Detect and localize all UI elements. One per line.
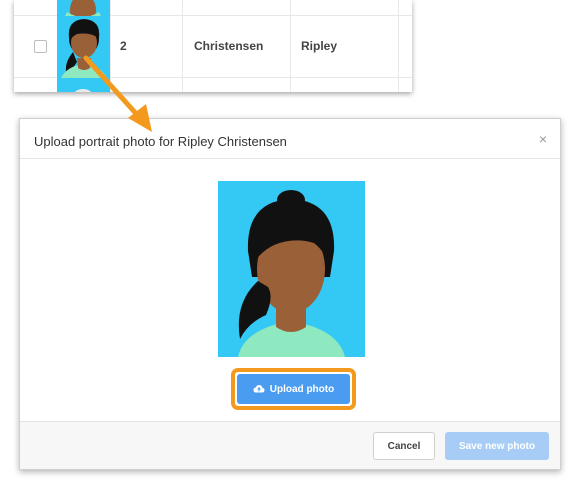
avatar-portrait-image	[65, 0, 101, 16]
last-name-cell: Christensen	[194, 39, 264, 53]
upload-portrait-dialog: Upload portrait photo for Ripley Christe…	[19, 118, 561, 470]
first-name-cell: Ripley	[301, 39, 338, 53]
row-number: 2	[120, 39, 127, 53]
row-select-checkbox[interactable]	[34, 40, 47, 53]
table-row[interactable]: 2 Christensen Ripley	[14, 16, 412, 78]
dialog-title: Upload portrait photo for Ripley Christe…	[34, 134, 287, 149]
close-icon[interactable]: ×	[539, 131, 547, 147]
avatar	[57, 78, 110, 92]
avatar[interactable]	[57, 16, 110, 78]
avatar-portrait-image	[61, 19, 107, 78]
dialog-header: Upload portrait photo for Ripley Christe…	[20, 119, 560, 159]
table-row	[14, 0, 412, 16]
dialog-footer: Cancel Save new photo	[20, 421, 560, 469]
screenshot-stage: 2 Christensen Ripley Upload portrait pho…	[0, 0, 574, 479]
portrait-preview	[218, 181, 365, 357]
users-table-crop: 2 Christensen Ripley	[14, 0, 412, 92]
cloud-upload-icon	[253, 385, 265, 393]
avatar-portrait-image	[74, 89, 92, 92]
upload-photo-label: Upload photo	[269, 383, 335, 395]
save-new-photo-button[interactable]: Save new photo	[445, 432, 549, 460]
portrait-preview-image	[238, 190, 345, 357]
cancel-button[interactable]: Cancel	[373, 432, 435, 460]
table-row	[14, 78, 412, 92]
upload-photo-button[interactable]: Upload photo	[237, 374, 350, 404]
avatar	[57, 0, 110, 16]
